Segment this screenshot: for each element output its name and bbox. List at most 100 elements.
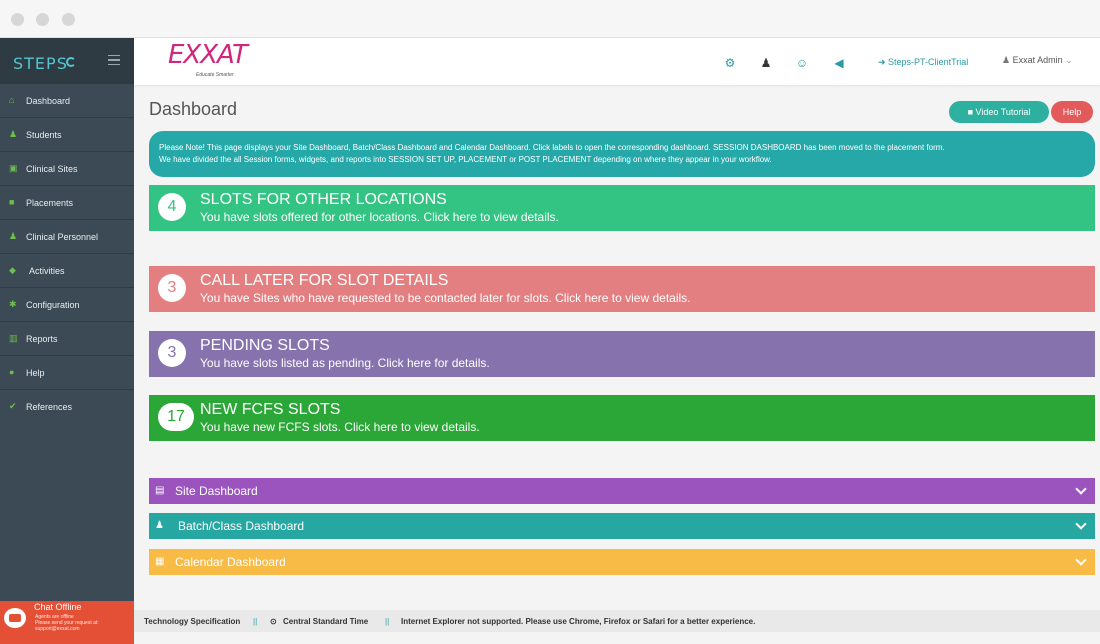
users-group-icon: ♟ — [155, 520, 164, 531]
call-later-card[interactable]: 3 CALL LATER FOR SLOT DETAILS You have S… — [149, 266, 1095, 312]
sidebar-item-label: Reports — [26, 334, 58, 344]
sidebar-item-label: References — [26, 402, 73, 412]
sidebar: STEPS ⌂ Dashboard ♟ Students ▣ Clinical … — [0, 38, 134, 644]
sidebar-item-label: Help — [26, 368, 45, 378]
client-name: Steps-PT-ClientTrial — [888, 57, 969, 67]
dashboard-icon: ⌂ — [9, 95, 15, 105]
card-subtitle: You have slots offered for other locatio… — [200, 210, 559, 224]
user-name: Exxat Admin — [1012, 55, 1063, 65]
sidebar-item-dashboard[interactable]: ⌂ Dashboard — [0, 84, 134, 118]
sidebar-item-reports[interactable]: ▥ Reports — [0, 322, 134, 356]
sidebar-item-label: Clinical Sites — [26, 164, 78, 174]
megaphone-icon[interactable]: ◀ — [832, 56, 846, 70]
calendar-dashboard-accordion[interactable]: ▦ Calendar Dashboard — [149, 549, 1095, 575]
sidebar-item-clinical-personnel[interactable]: ♟ Clinical Personnel — [0, 220, 134, 254]
card-title: CALL LATER FOR SLOT DETAILS — [200, 272, 449, 289]
sidebar-item-label: Students — [26, 130, 62, 140]
window-minimize-dot[interactable] — [36, 13, 49, 26]
new-fcfs-slots-card[interactable]: 17 NEW FCFS SLOTS You have new FCFS slot… — [149, 395, 1095, 441]
placements-icon: ■ — [9, 197, 15, 207]
chevron-down-icon — [1075, 554, 1087, 566]
hamburger-menu-icon[interactable] — [108, 55, 120, 65]
pending-slots-card[interactable]: 3 PENDING SLOTS You have slots listed as… — [149, 331, 1095, 377]
help-button[interactable]: Help — [1051, 101, 1093, 123]
video-tutorial-button[interactable]: ■ Video Tutorial — [949, 101, 1049, 123]
steps-logo[interactable]: STEPS — [13, 54, 68, 73]
chevron-down-icon — [1075, 483, 1087, 495]
clock-icon: ⊙ — [270, 617, 277, 626]
accordion-label: Calendar Dashboard — [175, 555, 286, 569]
user-support-icon[interactable]: ♟ — [759, 56, 773, 70]
top-header: EXXAT Educate Smarter ⚙ ♟ ☺ ◀ ➜ Steps-PT… — [134, 38, 1100, 85]
sidebar-item-clinical-sites[interactable]: ▣ Clinical Sites — [0, 152, 134, 186]
sidebar-item-references[interactable]: ✔ References — [0, 390, 134, 424]
card-count: 3 — [158, 339, 186, 367]
sidebar-item-label: Activities — [29, 266, 65, 276]
sidebar-item-label: Placements — [26, 198, 74, 208]
video-camera-icon: ■ — [967, 107, 976, 117]
browser-support-note: Internet Explorer not supported. Please … — [401, 617, 756, 626]
chevron-down-icon — [1075, 518, 1087, 530]
card-subtitle: You have new FCFS slots. Click here to v… — [200, 420, 480, 434]
smiley-icon[interactable]: ☺ — [795, 56, 809, 70]
building-icon: ▤ — [155, 485, 165, 496]
client-switch-link[interactable]: ➜ Steps-PT-ClientTrial — [878, 57, 968, 68]
window-close-dot[interactable] — [11, 13, 24, 26]
exxat-logo[interactable]: EXXAT Educate Smarter — [158, 38, 270, 85]
chat-title: Chat Offline — [34, 602, 82, 612]
configuration-icon: ✱ — [9, 299, 17, 309]
chat-message: Agents are offline Please send your requ… — [35, 614, 131, 632]
batch-class-dashboard-accordion[interactable]: ♟ Batch/Class Dashboard — [149, 513, 1095, 539]
footer-separator: || — [253, 617, 258, 626]
card-title: SLOTS FOR OTHER LOCATIONS — [200, 191, 447, 208]
clinical-personnel-icon: ♟ — [9, 231, 18, 241]
sidebar-item-configuration[interactable]: ✱ Configuration — [0, 288, 134, 322]
footer-bar: Technology Specification || ⊙ Central St… — [134, 610, 1100, 632]
accordion-label: Site Dashboard — [175, 484, 258, 498]
sidebar-item-label: Dashboard — [26, 96, 71, 106]
user-menu[interactable]: ♟ Exxat Admin ⌄ — [1002, 55, 1073, 66]
sidebar-item-help[interactable]: ● Help — [0, 356, 134, 390]
activities-icon: ◆ — [9, 265, 16, 275]
slots-other-locations-card[interactable]: 4 SLOTS FOR OTHER LOCATIONS You have slo… — [149, 185, 1095, 231]
window-titlebar — [0, 0, 1100, 38]
timezone-label: Central Standard Time — [283, 617, 369, 626]
note-line-2: We have divided the all Session forms, w… — [159, 155, 772, 164]
footer-separator: || — [385, 617, 390, 626]
card-count: 3 — [158, 274, 186, 302]
help-icon: ● — [9, 367, 15, 377]
steps-logo-mark-icon — [66, 57, 76, 67]
sidebar-item-label: Clinical Personnel — [26, 232, 99, 242]
user-icon: ♟ — [1002, 55, 1013, 65]
calendar-icon: ▦ — [155, 556, 165, 567]
references-icon: ✔ — [9, 401, 17, 411]
info-note: Please Note! This page displays your Sit… — [149, 131, 1095, 177]
accordion-label: Batch/Class Dashboard — [178, 519, 305, 533]
sidebar-item-students[interactable]: ♟ Students — [0, 118, 134, 152]
sidebar-item-label: Configuration — [26, 300, 80, 310]
card-count: 17 — [158, 403, 194, 431]
sidebar-item-activities[interactable]: ◆ Activities — [0, 254, 134, 288]
switch-arrow-icon: ➜ — [878, 57, 889, 67]
card-count: 4 — [158, 193, 186, 221]
page-title: Dashboard — [149, 99, 238, 119]
site-dashboard-accordion[interactable]: ▤ Site Dashboard — [149, 478, 1095, 504]
browser-window: STEPS ⌂ Dashboard ♟ Students ▣ Clinical … — [0, 0, 1100, 644]
video-tutorial-label: Video Tutorial — [975, 107, 1031, 117]
technology-specification-link[interactable]: Technology Specification — [144, 617, 240, 626]
chat-bubble-icon — [4, 608, 26, 628]
window-maximize-dot[interactable] — [62, 13, 75, 26]
exxat-logo-tagline: Educate Smarter — [196, 72, 234, 78]
settings-gear-icon[interactable]: ⚙ — [723, 56, 737, 70]
chat-offline-widget[interactable]: Chat Offline Agents are offline Please s… — [0, 601, 134, 644]
card-subtitle: You have slots listed as pending. Click … — [200, 356, 490, 370]
card-title: NEW FCFS SLOTS — [200, 401, 341, 418]
sidebar-brand: STEPS — [0, 38, 134, 84]
chat-email[interactable]: support@exxat.com — [35, 626, 131, 632]
card-title: PENDING SLOTS — [200, 337, 330, 354]
exxat-logo-text: EXXAT — [168, 40, 248, 70]
sidebar-item-placements[interactable]: ■ Placements — [0, 186, 134, 220]
reports-icon: ▥ — [9, 333, 18, 343]
note-line-1: Please Note! This page displays your Sit… — [159, 143, 945, 152]
chevron-down-icon: ⌄ — [1065, 55, 1073, 65]
